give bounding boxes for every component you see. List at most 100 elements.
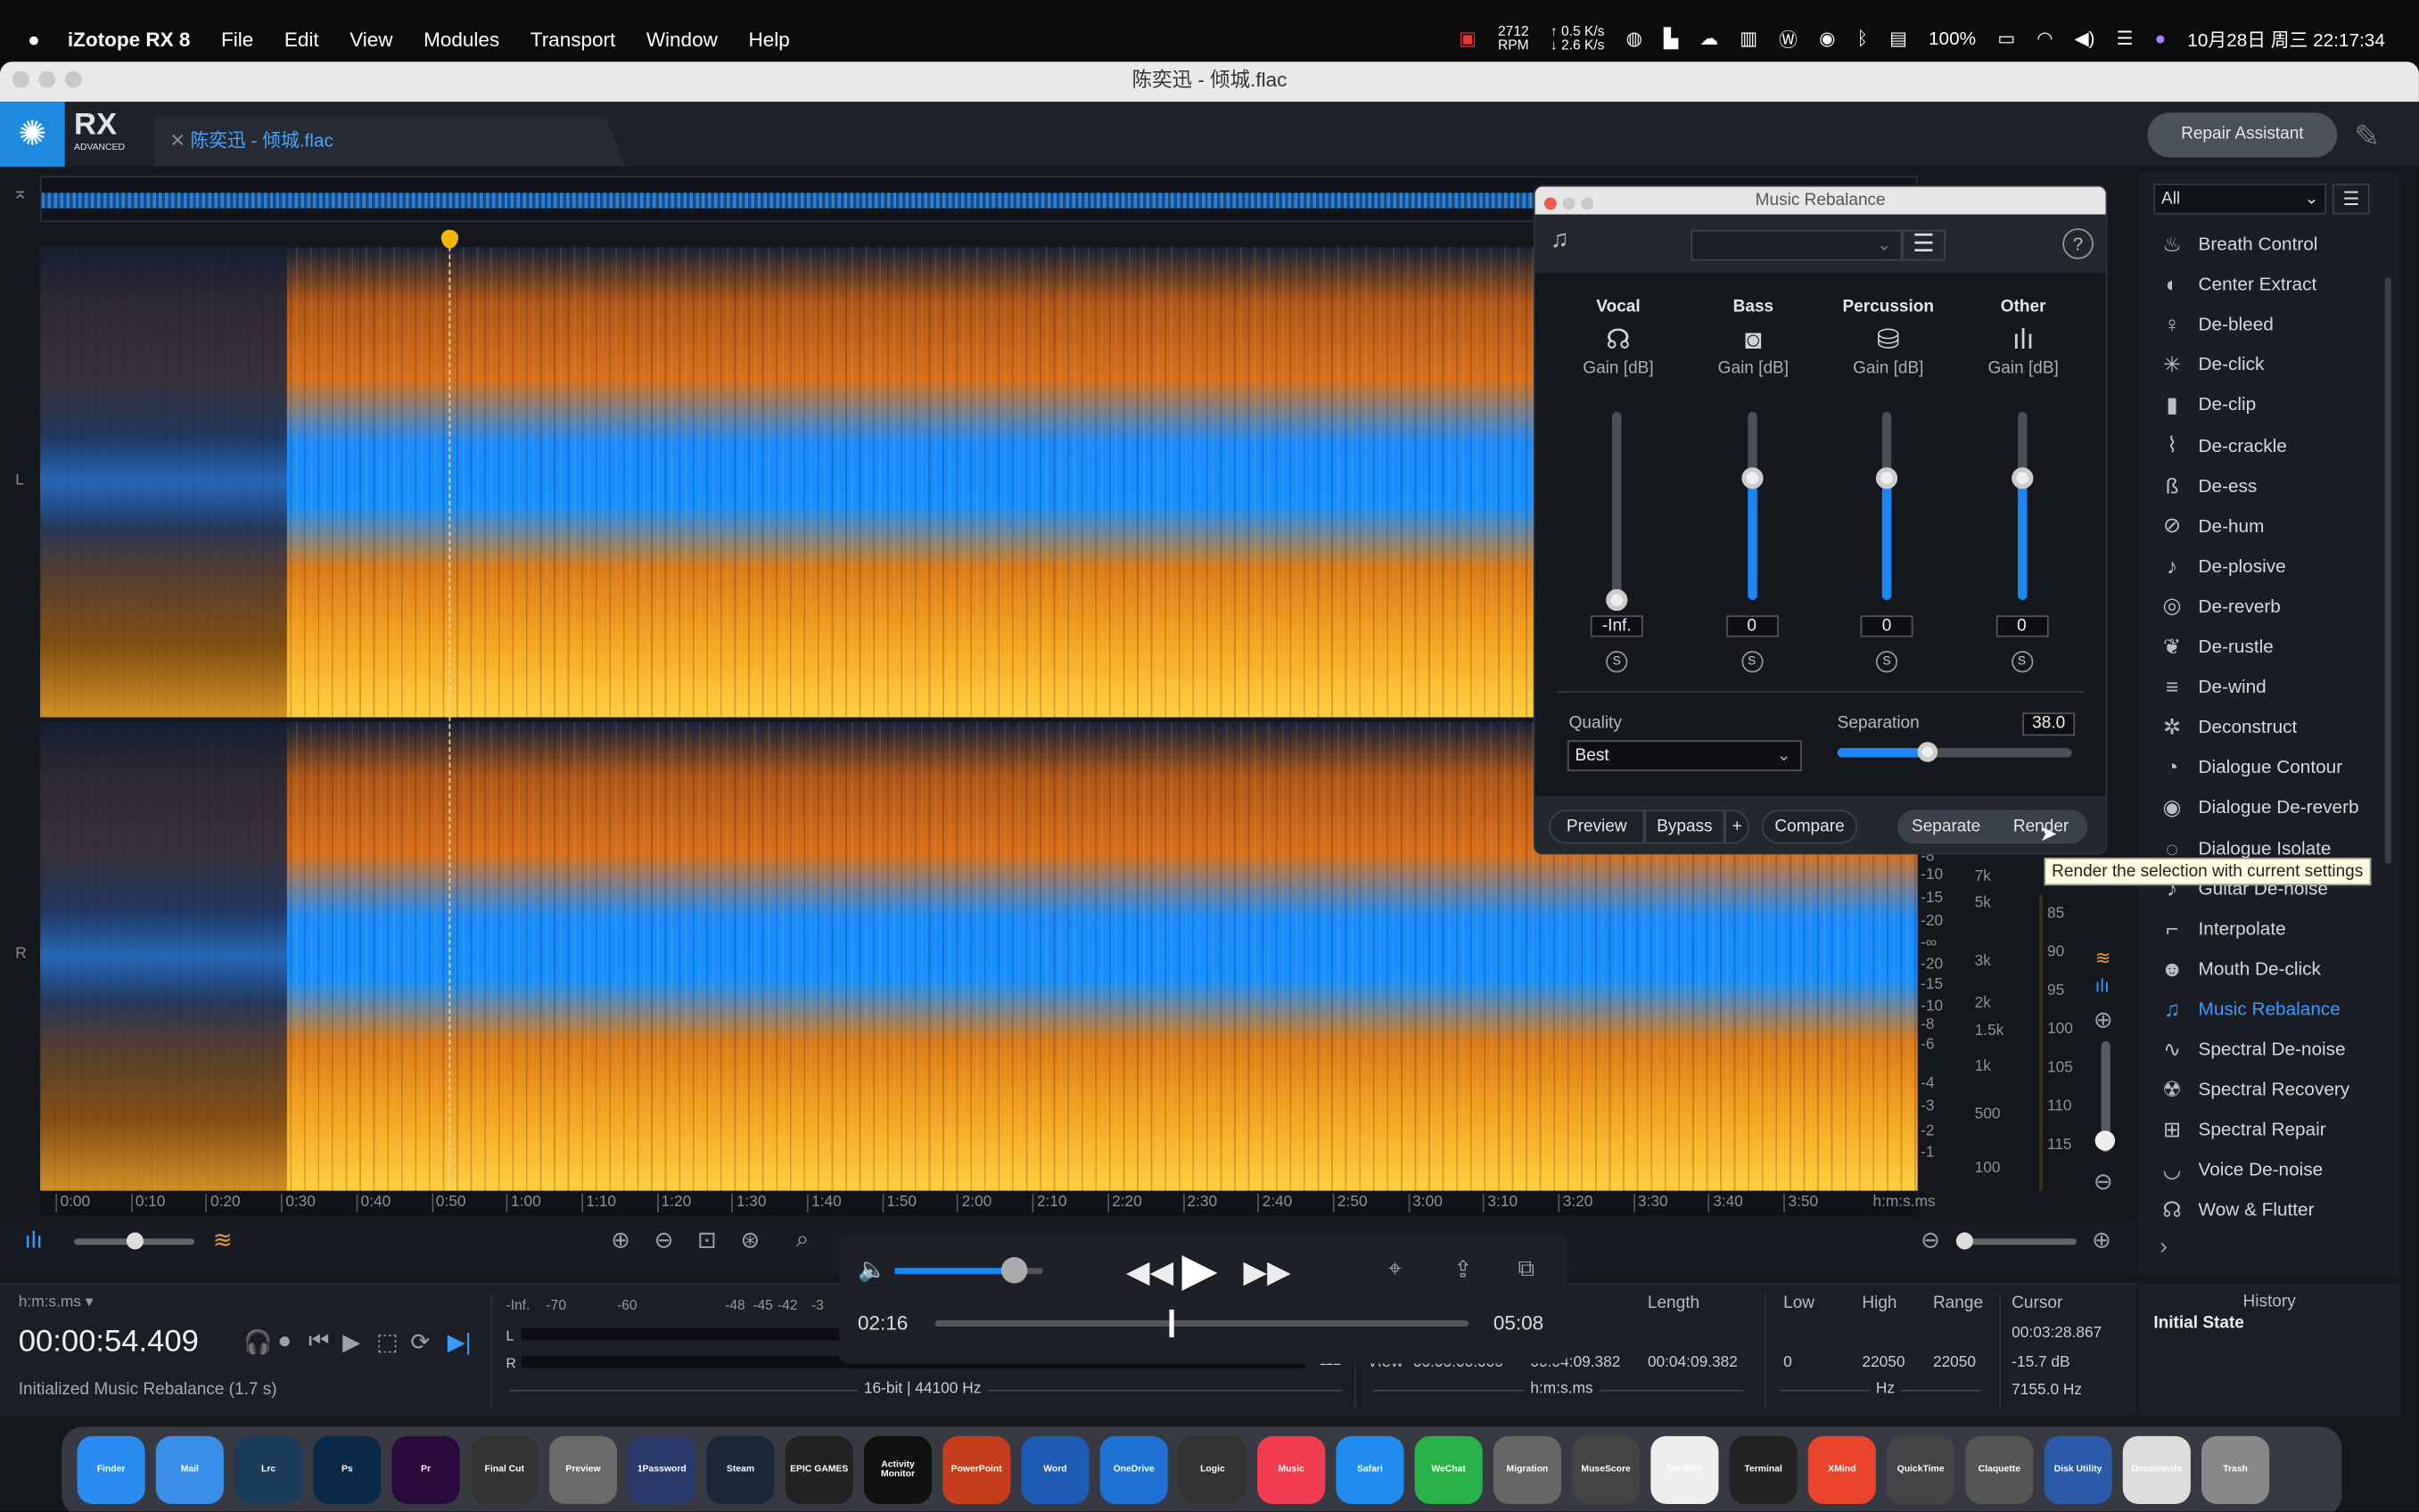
solo-button[interactable]: S — [1740, 651, 1763, 673]
dock-app-safari[interactable]: Safari — [1336, 1435, 1404, 1504]
gain-value[interactable]: 0 — [1995, 615, 2048, 637]
fast-forward-icon[interactable]: ▶▶ — [1244, 1253, 1291, 1291]
izotope-logo-icon[interactable]: ✺ — [0, 102, 65, 167]
loop-icon[interactable]: ⟳ — [410, 1328, 430, 1355]
gain-value[interactable]: 0 — [1725, 615, 1779, 637]
module-item[interactable]: ∿ Spectral De-noise — [2157, 1032, 2346, 1066]
magnifier-icon[interactable]: ⌕ — [796, 1227, 810, 1253]
high-value[interactable]: 22050 — [1862, 1354, 1905, 1371]
menu-modules[interactable]: Modules — [424, 27, 499, 50]
zoom-out-horizontal-icon[interactable]: ⊖ — [1921, 1227, 1940, 1253]
opacity-slider[interactable] — [74, 1232, 195, 1250]
gain-value[interactable]: -Inf. — [1590, 615, 1643, 637]
pin-icon[interactable]: ⌖ — [1388, 1255, 1402, 1281]
gain-knob[interactable] — [1875, 466, 1898, 489]
module-item[interactable]: ☊ Wow & Flutter — [2157, 1193, 2314, 1227]
separate-button[interactable]: Separate — [1897, 809, 1995, 844]
low-value[interactable]: 0 — [1783, 1354, 1792, 1371]
spectrogram-view-icon[interactable]: ≋ — [213, 1227, 233, 1253]
opacity-knob[interactable] — [126, 1232, 144, 1250]
w-icon[interactable]: Ⓦ — [1779, 26, 1798, 52]
playhead[interactable] — [448, 231, 451, 1191]
module-item[interactable]: ♫ Music Rebalance — [2157, 991, 2341, 1025]
module-list-menu-button[interactable]: ☰ — [2333, 183, 2370, 215]
dock-app-lrc[interactable]: Lrc — [234, 1435, 303, 1504]
volume-slider[interactable] — [894, 1257, 1043, 1284]
module-item[interactable]: ◔ Dialogue Contour — [2157, 750, 2342, 784]
menu-app[interactable]: iZotope RX 8 — [68, 27, 190, 50]
module-item[interactable]: ◉ Dialogue De-reverb — [2157, 791, 2359, 825]
dock-app-final-cut[interactable]: Final Cut — [470, 1435, 539, 1504]
dock-app-onedrive[interactable]: OneDrive — [1099, 1435, 1168, 1504]
gain-value[interactable]: 0 — [1860, 615, 1913, 637]
playhead-marker[interactable] — [440, 229, 458, 249]
zoom-selection-icon[interactable]: ⊡ — [697, 1227, 717, 1253]
gain-slider[interactable] — [2011, 411, 2033, 601]
siri-icon[interactable]: ● — [2155, 28, 2167, 49]
preset-select[interactable]: ⌄ — [1691, 229, 1903, 261]
dock-app-powerpoint[interactable]: PowerPoint — [942, 1435, 1011, 1504]
module-item[interactable]: ❦ De-rustle — [2157, 629, 2274, 663]
menu-window[interactable]: Window — [646, 27, 718, 50]
dock-app-trash[interactable]: Trash — [2201, 1435, 2270, 1504]
dock-app-steam[interactable]: Steam — [706, 1435, 775, 1504]
cloud-icon[interactable]: ☁ — [1699, 28, 1718, 49]
volume-icon[interactable]: 🔈 — [858, 1255, 886, 1283]
dock-app-musescore[interactable]: MuseScore — [1572, 1435, 1641, 1504]
compare-button[interactable]: Compare — [1761, 809, 1858, 844]
dock-app-activity-monitor[interactable]: Activity Monitor — [863, 1435, 933, 1504]
range-value[interactable]: 22050 — [1933, 1354, 1976, 1371]
solo-button[interactable]: S — [2011, 651, 2033, 673]
separation-slider[interactable] — [1837, 742, 2072, 762]
solo-button[interactable]: S — [1875, 651, 1898, 673]
view-length[interactable]: 00:04:09.382 — [1648, 1354, 1738, 1371]
dock-app-xmind[interactable]: XMind — [1807, 1435, 1876, 1504]
spectrogram-toggle-icon[interactable]: ≋ — [2095, 947, 2110, 968]
dock-app-claquette[interactable]: Claquette — [1965, 1435, 2034, 1504]
module-item[interactable]: ≡ De-wind — [2157, 670, 2267, 703]
picture-in-picture-icon[interactable]: ⧉ — [1518, 1255, 1535, 1281]
module-item[interactable]: ☢ Spectral Recovery — [2157, 1072, 2349, 1106]
module-item[interactable]: ♨ Breath Control — [2157, 226, 2317, 260]
preview-button[interactable]: Preview — [1549, 809, 1645, 844]
dock-app-disk-utility[interactable]: Disk Utility — [2044, 1435, 2112, 1504]
current-position[interactable]: 00:00:54.409 — [19, 1325, 199, 1360]
waveform-toggle-icon[interactable]: ılı — [2095, 974, 2110, 996]
apple-icon[interactable]: ● — [28, 27, 40, 50]
zoom-out-vertical-icon[interactable]: ⊖ — [2094, 1168, 2113, 1195]
keyboard-icon[interactable]: ▤ — [1889, 28, 1907, 49]
zoom-in-horizontal-icon[interactable]: ⊕ — [2092, 1227, 2111, 1253]
control-center-icon[interactable]: ☰ — [2117, 28, 2134, 49]
module-item[interactable]: ß De-ess — [2157, 468, 2258, 502]
dock-app-migration[interactable]: Migration — [1493, 1435, 1561, 1504]
gain-knob[interactable] — [1740, 466, 1763, 489]
gain-knob[interactable] — [1606, 588, 1628, 612]
record-icon[interactable]: ● — [277, 1328, 292, 1354]
dock-app-textedit[interactable]: TextEdit — [1650, 1435, 1719, 1504]
headphones-icon[interactable]: 🎧 — [243, 1328, 272, 1355]
help-button[interactable]: ? — [2062, 228, 2094, 259]
separation-knob[interactable] — [1917, 742, 1938, 762]
waveform-view-icon[interactable]: ılı — [25, 1228, 43, 1253]
module-item[interactable]: ♪ De-plosive — [2157, 549, 2286, 583]
vertical-zoom-knob[interactable] — [2094, 1130, 2116, 1151]
module-item[interactable]: ▮ De-clip — [2157, 388, 2256, 422]
window-controls[interactable] — [12, 63, 91, 101]
share-icon[interactable]: ⇪ — [1453, 1255, 1473, 1283]
menu-file[interactable]: File — [221, 27, 253, 50]
module-scrollbar[interactable] — [2384, 277, 2391, 864]
gain-slider[interactable] — [1875, 411, 1898, 601]
module-item[interactable]: ☻ Mouth De-click — [2157, 951, 2320, 985]
play-region-icon[interactable]: ⬚ — [376, 1328, 399, 1355]
layout-icon[interactable]: ▥ — [1740, 28, 1757, 49]
dock-app-word[interactable]: Word — [1021, 1435, 1090, 1504]
chevron-right-icon[interactable]: › — [2160, 1234, 2168, 1260]
bypass-button[interactable]: Bypass — [1644, 809, 1725, 844]
preset-menu-button[interactable]: ☰ — [1902, 229, 1946, 261]
dock-app-ps[interactable]: Ps — [313, 1435, 382, 1504]
gain-knob[interactable] — [2011, 466, 2033, 489]
module-item[interactable]: ✳ De-click — [2157, 348, 2264, 382]
dock-app-preview[interactable]: Preview — [548, 1435, 618, 1504]
collapse-icon[interactable]: ⌅ — [12, 182, 28, 203]
menu-view[interactable]: View — [350, 27, 392, 50]
